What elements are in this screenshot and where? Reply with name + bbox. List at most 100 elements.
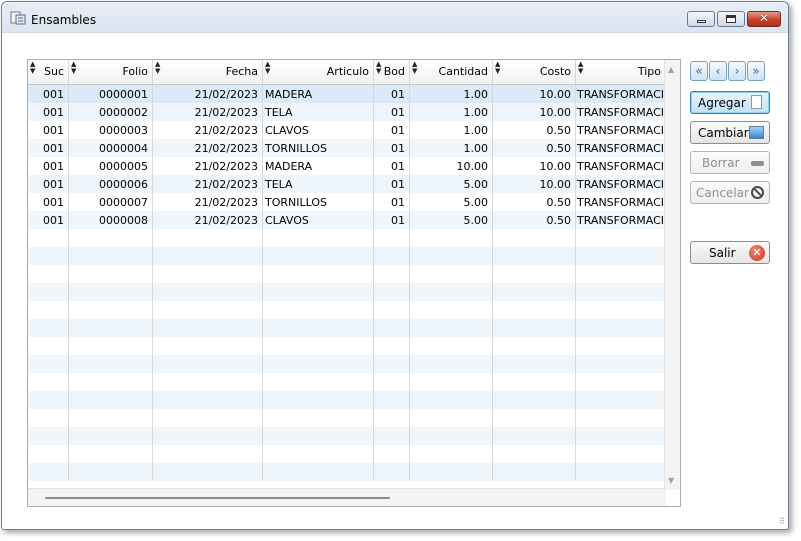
table-row[interactable]: 001 0000003 21/02/2023 CLAVOS 01 1.00 0.50 TRAN… bbox=[28, 121, 666, 139]
empty-row[interactable] bbox=[28, 247, 666, 265]
nav-prev-button[interactable]: ‹ bbox=[709, 61, 727, 81]
sort-arrows-icon[interactable]: ▲ ▼ bbox=[71, 61, 76, 75]
sort-arrows-icon[interactable]: ▲ ▼ bbox=[30, 61, 35, 75]
empty-row[interactable] bbox=[28, 319, 666, 337]
cell-fecha bbox=[153, 445, 263, 463]
agregar-button[interactable]: Agregar bbox=[690, 91, 770, 114]
table-row[interactable]: 001 0000006 21/02/2023 TELA 01 5.00 10.00 TRANS… bbox=[28, 175, 666, 193]
salir-button[interactable]: Salir ✕ bbox=[690, 241, 770, 264]
cell-articulo bbox=[263, 283, 374, 301]
cancelar-button[interactable]: Cancelar bbox=[690, 181, 770, 204]
cell-tipo bbox=[576, 391, 666, 409]
title-bar[interactable]: Ensambles ✕ bbox=[2, 2, 788, 33]
empty-row[interactable] bbox=[28, 463, 666, 481]
empty-row[interactable] bbox=[28, 373, 666, 391]
column-header-suc[interactable]: ▲ ▼ Suc bbox=[28, 60, 69, 84]
cell-suc bbox=[28, 265, 69, 283]
cell-tipo bbox=[576, 319, 666, 337]
cell-articulo: MADERA bbox=[263, 85, 374, 103]
cell-articulo bbox=[263, 229, 374, 247]
column-header-articulo[interactable]: ▲ ▼ Articulo bbox=[263, 60, 374, 84]
empty-row[interactable] bbox=[28, 391, 666, 409]
cell-bod bbox=[374, 391, 410, 409]
cell-costo bbox=[493, 391, 576, 409]
empty-row[interactable] bbox=[28, 283, 666, 301]
table-row[interactable]: 001 0000008 21/02/2023 CLAVOS 01 5.00 0.50 TRAN… bbox=[28, 211, 666, 229]
cell-folio: 0000001 bbox=[69, 85, 153, 103]
cell-bod bbox=[374, 355, 410, 373]
cell-suc: 001 bbox=[28, 157, 69, 175]
empty-row[interactable] bbox=[28, 445, 666, 463]
scroll-up-icon[interactable]: ▲ bbox=[668, 65, 674, 74]
vertical-scrollbar[interactable]: ▲ ▼ bbox=[664, 60, 680, 490]
maximize-button[interactable] bbox=[717, 11, 745, 27]
cell-costo bbox=[493, 373, 576, 391]
cambiar-button[interactable]: Cambiar bbox=[690, 121, 770, 144]
table-row[interactable]: 001 0000004 21/02/2023 TORNILLOS 01 1.00 0.50 T… bbox=[28, 139, 666, 157]
empty-row[interactable] bbox=[28, 427, 666, 445]
cell-folio: 0000003 bbox=[69, 121, 153, 139]
column-header-cantidad[interactable]: ▲ ▼ Cantidad bbox=[410, 60, 493, 84]
empty-row[interactable] bbox=[28, 265, 666, 283]
cambiar-label: Cambiar bbox=[698, 126, 749, 140]
resize-grip-icon[interactable]: ⠿ bbox=[779, 517, 785, 526]
minimize-icon bbox=[697, 20, 706, 23]
column-header-folio[interactable]: ▲ ▼ Folio bbox=[69, 60, 153, 84]
cell-suc: 001 bbox=[28, 103, 69, 121]
sort-arrows-icon[interactable]: ▲ ▼ bbox=[495, 61, 500, 75]
cell-bod bbox=[374, 463, 410, 481]
column-header-costo[interactable]: ▲ ▼ Costo bbox=[493, 60, 576, 84]
cell-bod: 01 bbox=[374, 175, 410, 193]
sort-arrows-icon[interactable]: ▲ ▼ bbox=[376, 61, 381, 75]
column-header-tipo[interactable]: ▲ ▼ Tipo bbox=[576, 60, 666, 84]
sort-arrows-icon[interactable]: ▲ ▼ bbox=[578, 61, 583, 75]
cell-folio: 0000004 bbox=[69, 139, 153, 157]
cell-fecha: 21/02/2023 bbox=[153, 121, 263, 139]
sort-arrows-icon[interactable]: ▲ ▼ bbox=[265, 61, 270, 75]
borrar-button[interactable]: Borrar bbox=[690, 151, 770, 174]
horizontal-scrollbar[interactable] bbox=[28, 488, 666, 506]
table-row[interactable]: 001 0000007 21/02/2023 TORNILLOS 01 5.00 0.50 T… bbox=[28, 193, 666, 211]
table-row[interactable]: 001 0000002 21/02/2023 TELA 01 1.00 10.00 TRANS… bbox=[28, 103, 666, 121]
ensambles-grid[interactable]: ▲ ▼ Suc ▲ ▼ Folio ▲ ▼ Fecha ▲ ▼ Articulo ▲ ▼ Bod ▲… bbox=[27, 59, 681, 507]
cell-costo bbox=[493, 265, 576, 283]
cell-tipo bbox=[576, 229, 666, 247]
table-row[interactable]: 001 0000005 21/02/2023 MADERA 01 10.00 10.00 TR… bbox=[28, 157, 666, 175]
empty-row[interactable] bbox=[28, 337, 666, 355]
empty-row[interactable] bbox=[28, 409, 666, 427]
cell-folio: 0000002 bbox=[69, 103, 153, 121]
cell-suc bbox=[28, 337, 69, 355]
table-row[interactable]: 001 0000001 21/02/2023 MADERA 01 1.00 10.00 TRA… bbox=[28, 85, 666, 103]
scroll-down-icon[interactable]: ▼ bbox=[668, 476, 674, 485]
cell-cantidad bbox=[410, 355, 493, 373]
cell-suc bbox=[28, 391, 69, 409]
cell-cantidad bbox=[410, 229, 493, 247]
empty-row[interactable] bbox=[28, 229, 666, 247]
cell-tipo bbox=[576, 427, 666, 445]
close-icon: ✕ bbox=[758, 11, 770, 25]
cell-cantidad: 1.00 bbox=[410, 139, 493, 157]
grid-body: 001 0000001 21/02/2023 MADERA 01 1.00 10.00 TRA… bbox=[28, 85, 666, 490]
cell-costo: 10.00 bbox=[493, 175, 576, 193]
column-header-bod[interactable]: ▲ ▼ Bod bbox=[374, 60, 410, 84]
empty-row[interactable] bbox=[28, 355, 666, 373]
cell-tipo: TRANSFORMACION bbox=[577, 196, 666, 209]
nav-first-button[interactable]: « bbox=[690, 61, 708, 81]
cell-articulo bbox=[263, 445, 374, 463]
empty-row[interactable] bbox=[28, 301, 666, 319]
horizontal-scroll-thumb[interactable] bbox=[45, 497, 390, 499]
cell-fecha bbox=[153, 337, 263, 355]
cell-cantidad: 5.00 bbox=[410, 175, 493, 193]
nav-next-button[interactable]: › bbox=[728, 61, 746, 81]
cell-cantidad bbox=[410, 391, 493, 409]
nav-last-button[interactable]: » bbox=[747, 61, 765, 81]
close-button[interactable]: ✕ bbox=[747, 11, 781, 27]
cell-costo bbox=[493, 229, 576, 247]
cell-tipo bbox=[576, 337, 666, 355]
sort-arrows-icon[interactable]: ▲ ▼ bbox=[412, 61, 417, 75]
column-header-fecha[interactable]: ▲ ▼ Fecha bbox=[153, 60, 263, 84]
cell-bod: 01 bbox=[374, 85, 410, 103]
minimize-button[interactable] bbox=[687, 11, 715, 27]
sort-arrows-icon[interactable]: ▲ ▼ bbox=[155, 61, 160, 75]
window-title: Ensambles bbox=[31, 13, 97, 27]
